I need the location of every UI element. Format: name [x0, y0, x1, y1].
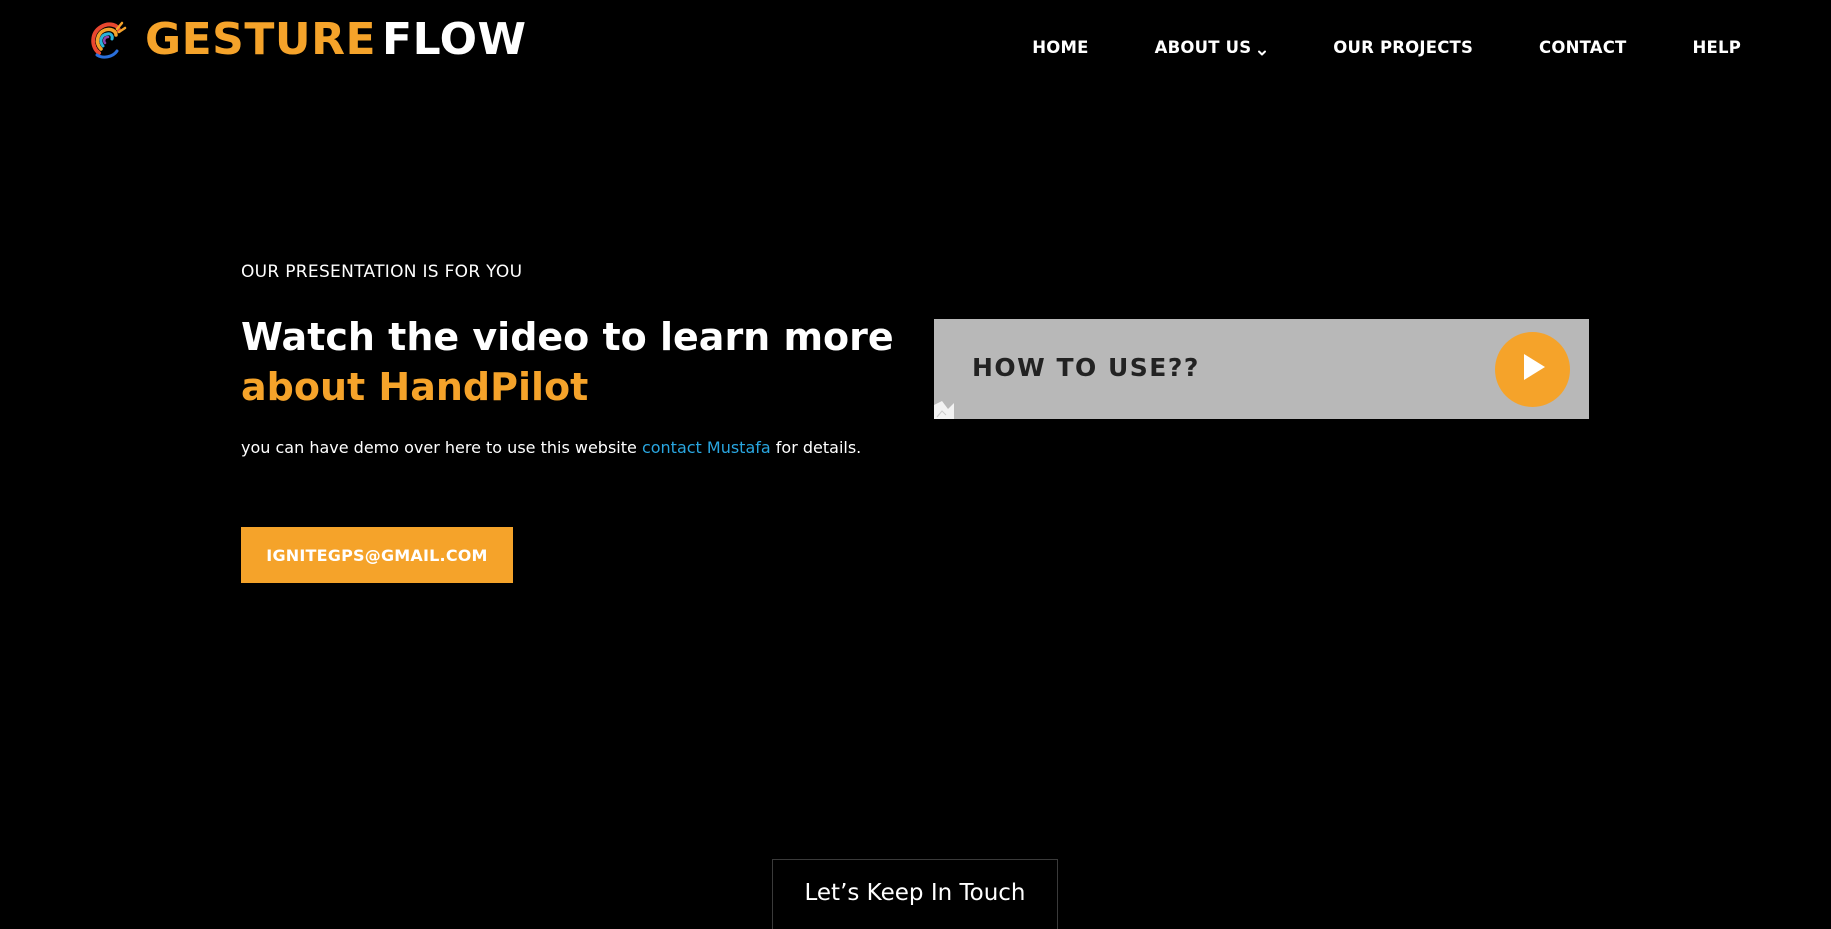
- email-button[interactable]: IGNITEGPS@GMAIL.COM: [241, 527, 513, 583]
- broken-image-icon: [934, 401, 954, 419]
- brand-name: GESTURE FLOW: [145, 18, 527, 62]
- nav-home[interactable]: HOME: [1032, 38, 1088, 57]
- nav-help[interactable]: HELP: [1693, 38, 1742, 57]
- desc-text-before: you can have demo over here to use this …: [241, 438, 642, 457]
- nav-our-projects[interactable]: OUR PROJECTS: [1333, 38, 1473, 57]
- section-eyebrow: OUR PRESENTATION IS FOR YOU: [241, 262, 523, 282]
- brand-word-2: FLOW: [382, 14, 527, 65]
- play-button[interactable]: [1495, 332, 1570, 407]
- main-nav: HOME ABOUT US OUR PROJECTS CONTACT HELP: [1032, 38, 1741, 57]
- brand-logo[interactable]: GESTURE FLOW: [89, 18, 527, 62]
- contact-mustafa-link[interactable]: contact Mustafa: [642, 438, 771, 457]
- hero-headline: Watch the video to learn more about Hand…: [241, 312, 901, 412]
- nav-contact[interactable]: CONTACT: [1539, 38, 1626, 57]
- video-title: HOW TO USE??: [972, 353, 1200, 382]
- hero-description: you can have demo over here to use this …: [241, 438, 861, 457]
- play-icon: [1518, 351, 1548, 388]
- desc-text-after: for details.: [770, 438, 862, 457]
- keep-in-touch-tab[interactable]: Let’s Keep In Touch: [772, 859, 1058, 929]
- hand-swirl-logo-icon: [89, 19, 127, 61]
- site-header: GESTURE FLOW HOME ABOUT US OUR PROJECTS C…: [0, 0, 1831, 96]
- brand-word-1: GESTURE: [145, 14, 377, 65]
- headline-line-1: Watch the video to learn more: [241, 315, 894, 359]
- nav-about-us[interactable]: ABOUT US: [1155, 38, 1268, 57]
- video-card[interactable]: HOW TO USE??: [934, 319, 1589, 419]
- nav-about-us-label: ABOUT US: [1154, 38, 1252, 57]
- chevron-down-icon: [1257, 43, 1267, 55]
- headline-line-2: about HandPilot: [241, 365, 589, 409]
